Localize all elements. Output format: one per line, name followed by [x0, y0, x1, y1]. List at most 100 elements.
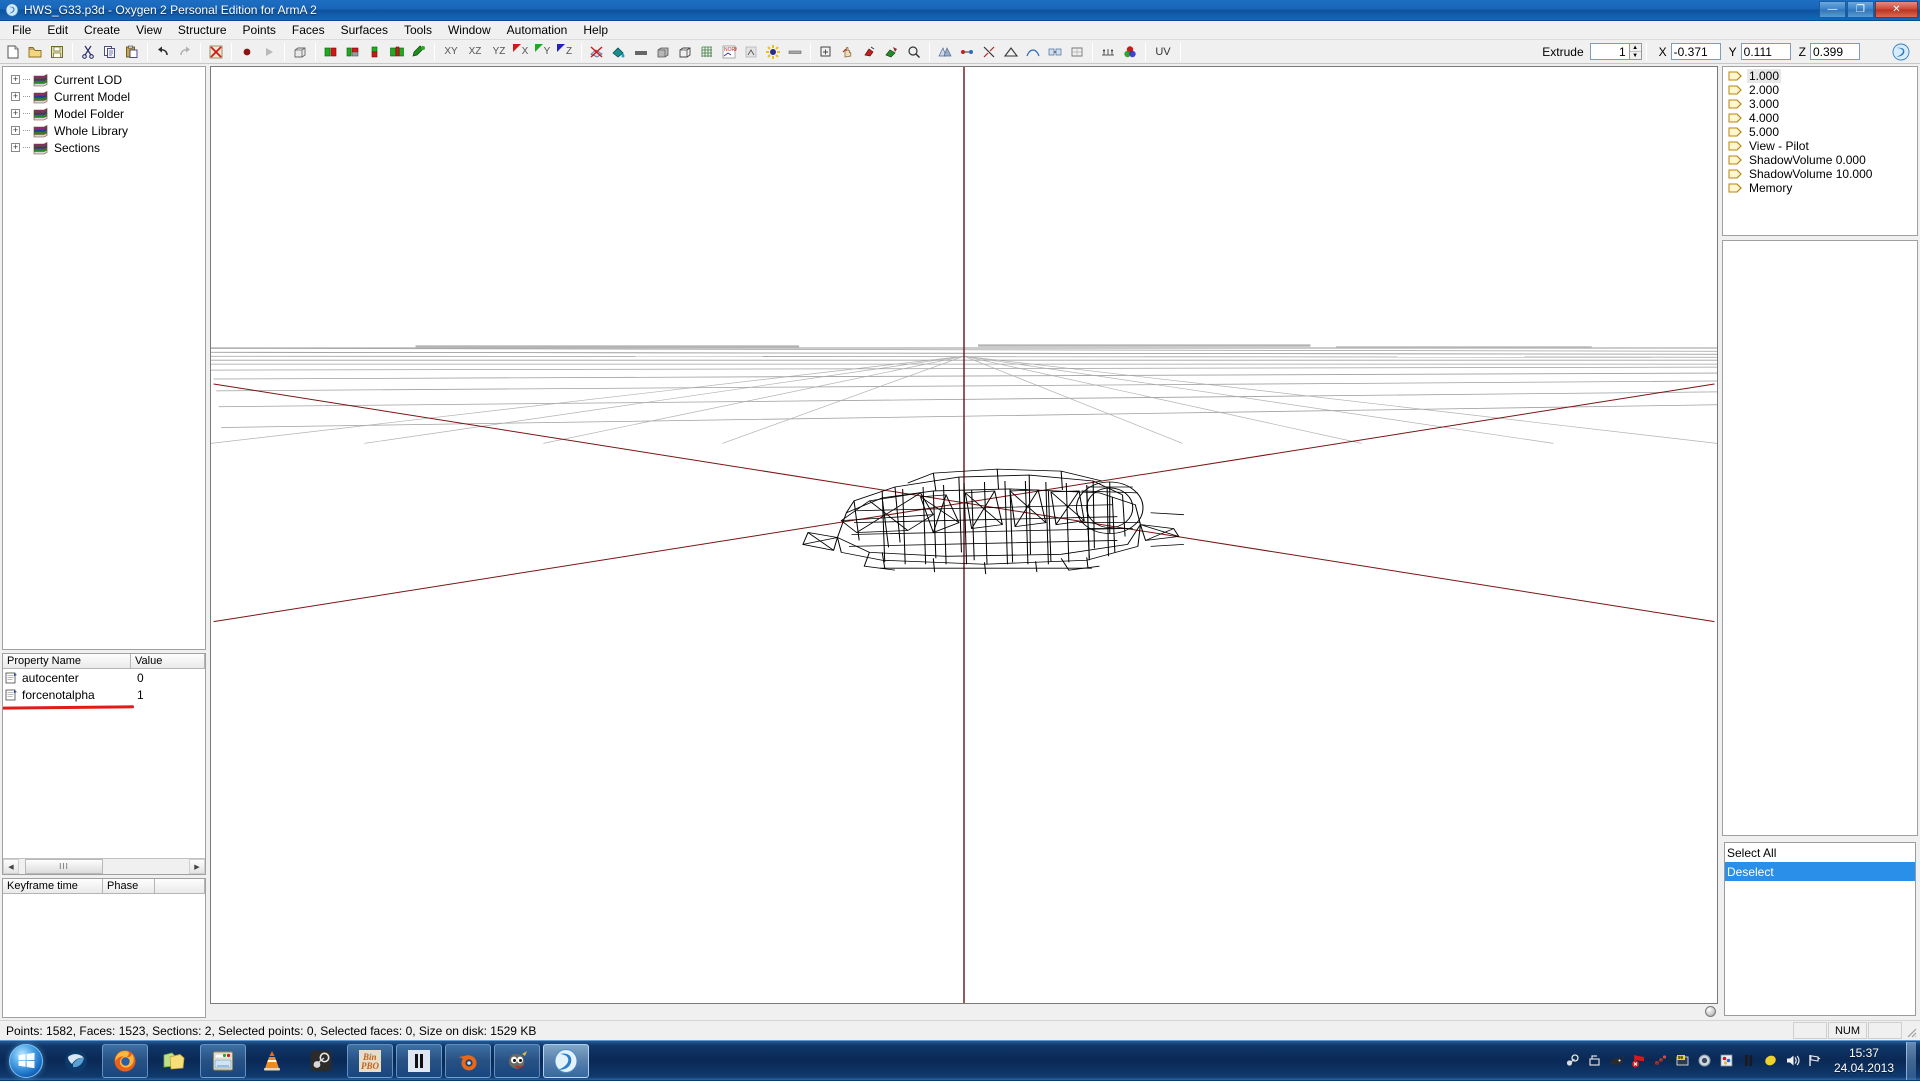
lod-pair-icon[interactable] — [386, 41, 408, 62]
fit-view-icon[interactable] — [881, 41, 903, 62]
lod-item-5000[interactable]: 5.000 — [1724, 125, 1916, 139]
selections-list[interactable]: Select All Deselect — [1724, 842, 1916, 1016]
undo-arrow-icon[interactable] — [152, 41, 174, 62]
bridge-icon[interactable] — [1097, 41, 1119, 62]
webcam-tray-icon[interactable] — [1694, 1048, 1716, 1074]
extrude-spin-buttons[interactable]: ▲ ▼ — [1629, 43, 1642, 60]
tree-item-current-model[interactable]: + Current Model — [5, 88, 203, 105]
expander-icon[interactable]: + — [11, 143, 20, 152]
table-row[interactable]: forcenotalpha 1 — [3, 686, 205, 703]
lod-item-1000[interactable]: 1.000 — [1724, 69, 1916, 83]
menu-points[interactable]: Points — [235, 21, 284, 39]
extrude-stepper[interactable]: ▲ ▼ — [1590, 43, 1642, 60]
menu-view[interactable]: View — [128, 21, 170, 39]
normals-icon[interactable]: NORM — [718, 41, 740, 62]
expander-icon[interactable]: + — [11, 126, 20, 135]
steam-tray-icon[interactable] — [1562, 1048, 1584, 1074]
menu-automation[interactable]: Automation — [499, 21, 576, 39]
expander-icon[interactable]: + — [11, 75, 20, 84]
rgb-color-icon[interactable] — [1119, 41, 1141, 62]
weld-points-icon[interactable] — [956, 41, 978, 62]
column-property-name[interactable]: Property Name — [3, 654, 131, 668]
lod-item-shadowvolume-10[interactable]: ShadowVolume 10.000 — [1724, 167, 1916, 181]
lod-item-4000[interactable]: 4.000 — [1724, 111, 1916, 125]
column-phase[interactable]: Phase — [103, 879, 155, 893]
expander-icon[interactable]: + — [11, 109, 20, 118]
table-row[interactable]: autocenter 0 — [3, 669, 205, 686]
menu-structure[interactable]: Structure — [170, 21, 235, 39]
coord-y-input[interactable] — [1741, 43, 1791, 60]
viewport-resize-knob[interactable] — [1705, 1006, 1716, 1017]
scroll-thumb[interactable]: III — [25, 859, 103, 874]
windows-start-orb[interactable] — [2, 1042, 50, 1080]
menu-file[interactable]: File — [4, 21, 39, 39]
volume-tray-icon[interactable] — [1782, 1048, 1804, 1074]
extrude-spin-down[interactable]: ▼ — [1630, 52, 1641, 59]
about-oxygen-icon[interactable] — [1890, 41, 1912, 62]
paint-tray-icon[interactable] — [1716, 1048, 1738, 1074]
taskbar-item-pause-app[interactable] — [396, 1044, 442, 1078]
expander-icon[interactable]: + — [11, 92, 20, 101]
paint-bucket-icon[interactable] — [608, 41, 630, 62]
coord-x-input[interactable] — [1671, 43, 1721, 60]
selection-item-deselect[interactable]: Deselect — [1725, 862, 1915, 881]
unwrap-icon[interactable] — [1066, 41, 1088, 62]
red-flag-error-icon[interactable] — [1628, 1048, 1650, 1074]
redo-arrow-icon[interactable] — [174, 41, 196, 62]
box-view-icon[interactable] — [289, 41, 311, 62]
lod-item-3000[interactable]: 3.000 — [1724, 97, 1916, 111]
lod-green-small-icon[interactable] — [364, 41, 386, 62]
menu-surfaces[interactable]: Surfaces — [333, 21, 396, 39]
hatch-shade-icon[interactable] — [630, 41, 652, 62]
split-icon[interactable] — [978, 41, 1000, 62]
property-value[interactable]: 0 — [133, 671, 144, 685]
scroll-left-arrow[interactable]: ◀ — [3, 859, 19, 874]
menu-window[interactable]: Window — [440, 21, 499, 39]
uv-editor-button[interactable]: UV — [1150, 41, 1176, 62]
cut-scissors-icon[interactable] — [77, 41, 99, 62]
plane-xz-button[interactable]: XZ — [463, 41, 487, 62]
column-keyframe-time[interactable]: Keyframe time — [3, 879, 103, 893]
tree-item-whole-library[interactable]: + Whole Library — [5, 122, 203, 139]
menu-edit[interactable]: Edit — [39, 21, 76, 39]
merge-near-icon[interactable] — [1044, 41, 1066, 62]
taskbar-item-steam[interactable] — [298, 1044, 344, 1078]
taskbar-item-vlc[interactable] — [249, 1044, 295, 1078]
menu-create[interactable]: Create — [76, 21, 128, 39]
keyframes-body[interactable] — [3, 894, 205, 1017]
taskbar-item-oxygen2[interactable] — [543, 1044, 589, 1078]
copy-icon[interactable] — [99, 41, 121, 62]
taskbar-item-blender[interactable] — [445, 1044, 491, 1078]
network-tray-icon[interactable] — [1584, 1048, 1606, 1074]
record-point-icon[interactable] — [236, 41, 258, 62]
property-value[interactable]: 1 — [133, 688, 144, 702]
axis-z-button[interactable]: Z — [555, 41, 577, 62]
lod-green-red-icon[interactable] — [320, 41, 342, 62]
lod-item-view-pilot[interactable]: View - Pilot — [1724, 139, 1916, 153]
lod-green-bar-icon[interactable] — [342, 41, 364, 62]
pause-tray-icon[interactable] — [1738, 1048, 1760, 1074]
3d-viewport[interactable] — [210, 66, 1718, 1004]
flag-tray-icon[interactable] — [1804, 1048, 1826, 1074]
plane-yz-button[interactable]: YZ — [487, 41, 511, 62]
wireframe-box-icon[interactable] — [674, 41, 696, 62]
menu-faces[interactable]: Faces — [284, 21, 333, 39]
taskbar-clock[interactable]: 15:37 24.04.2013 — [1826, 1046, 1904, 1076]
texture-paint-icon[interactable] — [408, 41, 430, 62]
play-animation-icon[interactable] — [258, 41, 280, 62]
menu-tools[interactable]: Tools — [396, 21, 440, 39]
armaholic-tray-icon[interactable] — [1606, 1048, 1628, 1074]
taskbar-item-firefox[interactable] — [102, 1044, 148, 1078]
ants-tray-icon[interactable] — [1650, 1048, 1672, 1074]
zoom-magnifier-icon[interactable] — [903, 41, 925, 62]
taskbar-item-thunderbird[interactable] — [53, 1044, 99, 1078]
resize-grip-icon[interactable] — [1902, 1022, 1918, 1039]
smooth-edge-icon[interactable] — [1022, 41, 1044, 62]
delete-face-icon[interactable] — [205, 41, 227, 62]
taskbar-item-gimp[interactable] — [494, 1044, 540, 1078]
save-disk-icon[interactable] — [46, 41, 68, 62]
pan-hand-icon[interactable] — [837, 41, 859, 62]
cancel-selection-icon[interactable] — [586, 41, 608, 62]
close-button[interactable]: ✕ — [1875, 1, 1918, 18]
lod-item-2000[interactable]: 2.000 — [1724, 83, 1916, 97]
